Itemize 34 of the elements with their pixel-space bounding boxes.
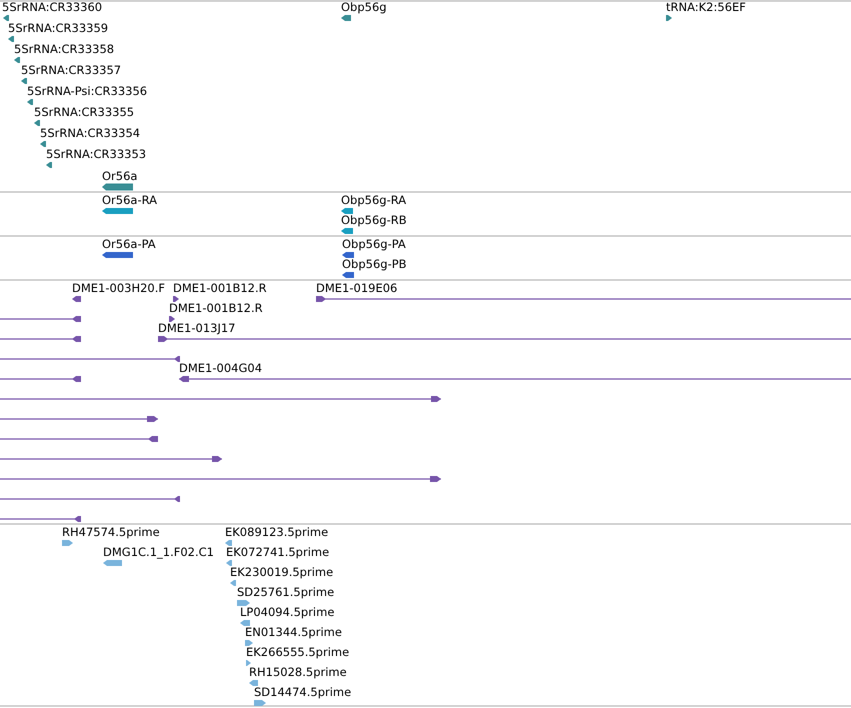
feature-label: Obp56g [341, 0, 387, 14]
feature-label: 5SrRNA:CR33353 [46, 147, 146, 161]
feature-label: 5SrRNA:CR33357 [21, 63, 122, 77]
feature-label: 5SrRNA:CR33359 [8, 21, 108, 35]
feature-label: DME1-019E06 [316, 281, 398, 295]
feature-label: DME1-013J17 [158, 321, 236, 335]
feature-label: 5SrRNA:CR33354 [40, 126, 140, 140]
feature-label: RH15028.5prime [249, 665, 347, 679]
feature-label: tRNA:K2:56EF [666, 0, 746, 14]
feature-label: EK089123.5prime [225, 525, 328, 539]
feature-label: DME1-003H20.F [72, 281, 166, 295]
feature-label: LP04094.5prime [240, 605, 334, 619]
feature-label: Or56a [102, 169, 138, 183]
feature-label: Or56a-PA [102, 237, 156, 251]
feature-label: Obp56g-RA [341, 193, 406, 207]
feature-label: DME1-001B12.R [173, 281, 267, 295]
feature-label: Or56a-RA [102, 193, 158, 207]
feature-label: DME1-001B12.R [169, 301, 263, 315]
feature-label: 5SrRNA:CR33360 [2, 0, 102, 14]
feature-label: 5SrRNA:CR33355 [34, 105, 134, 119]
feature-label: DME1-004G04 [179, 361, 262, 375]
feature-label: Obp56g-PA [342, 237, 406, 251]
feature-label: 5SrRNA:CR33358 [14, 42, 114, 56]
feature-label: SD14474.5prime [254, 685, 352, 699]
feature-label: EK072741.5prime [226, 545, 330, 559]
feature-label: Obp56g-PB [342, 257, 407, 271]
feature-label: DMG1C.1_1.F02.C1 [103, 545, 214, 559]
feature-label: RH47574.5prime [62, 525, 160, 539]
feature-label: SD25761.5prime [237, 585, 334, 599]
feature-label: 5SrRNA-Psi:CR33356 [27, 84, 148, 98]
feature-label: EN01344.5prime [245, 625, 342, 639]
feature-label: EK230019.5prime [230, 565, 334, 579]
feature-label: Obp56g-RB [341, 213, 407, 227]
feature-label: EK266555.5prime [246, 645, 350, 659]
